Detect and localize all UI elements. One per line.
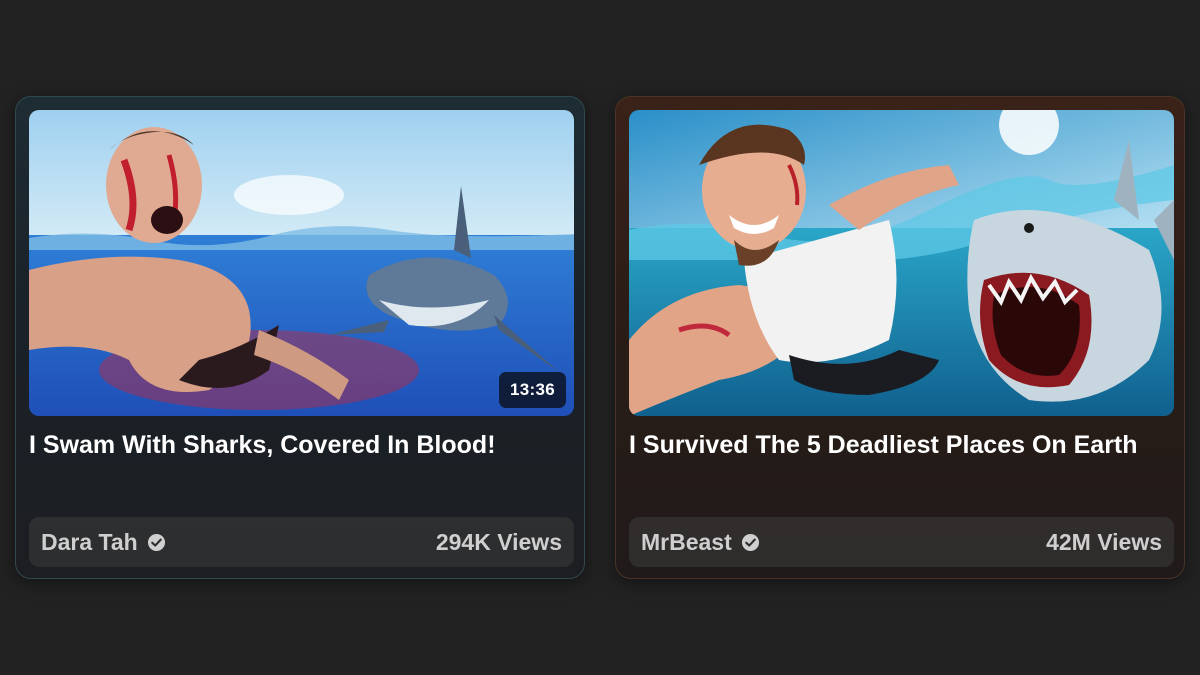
- channel-info[interactable]: Dara Tah: [41, 529, 166, 556]
- channel-name[interactable]: Dara Tah: [41, 529, 138, 556]
- view-count: 42M Views: [1046, 528, 1162, 555]
- video-duration-badge: 13:36: [499, 372, 566, 408]
- verified-check-icon: [741, 533, 759, 551]
- video-title[interactable]: I Swam With Sharks, Covered In Blood!: [29, 430, 574, 460]
- verified-check-icon: [147, 533, 165, 551]
- channel-info[interactable]: MrBeast: [641, 529, 760, 556]
- video-title[interactable]: I Survived The 5 Deadliest Places On Ear…: [629, 430, 1174, 460]
- video-meta-bar: MrBeast 42M Views: [629, 517, 1174, 567]
- shark-thumbnail-image: [29, 110, 574, 416]
- video-card-2[interactable]: I Survived The 5 Deadliest Places On Ear…: [615, 96, 1185, 579]
- video-thumbnail[interactable]: 13:36: [29, 110, 574, 416]
- video-thumbnail[interactable]: [629, 110, 1174, 416]
- video-meta-bar: Dara Tah 294K Views: [29, 517, 574, 567]
- view-count: 294K Views: [435, 528, 562, 555]
- shark-thumbnail-image: [629, 110, 1174, 416]
- channel-name[interactable]: MrBeast: [641, 529, 732, 556]
- video-card-1[interactable]: 13:36 I Swam With Sharks, Covered In Blo…: [15, 96, 585, 579]
